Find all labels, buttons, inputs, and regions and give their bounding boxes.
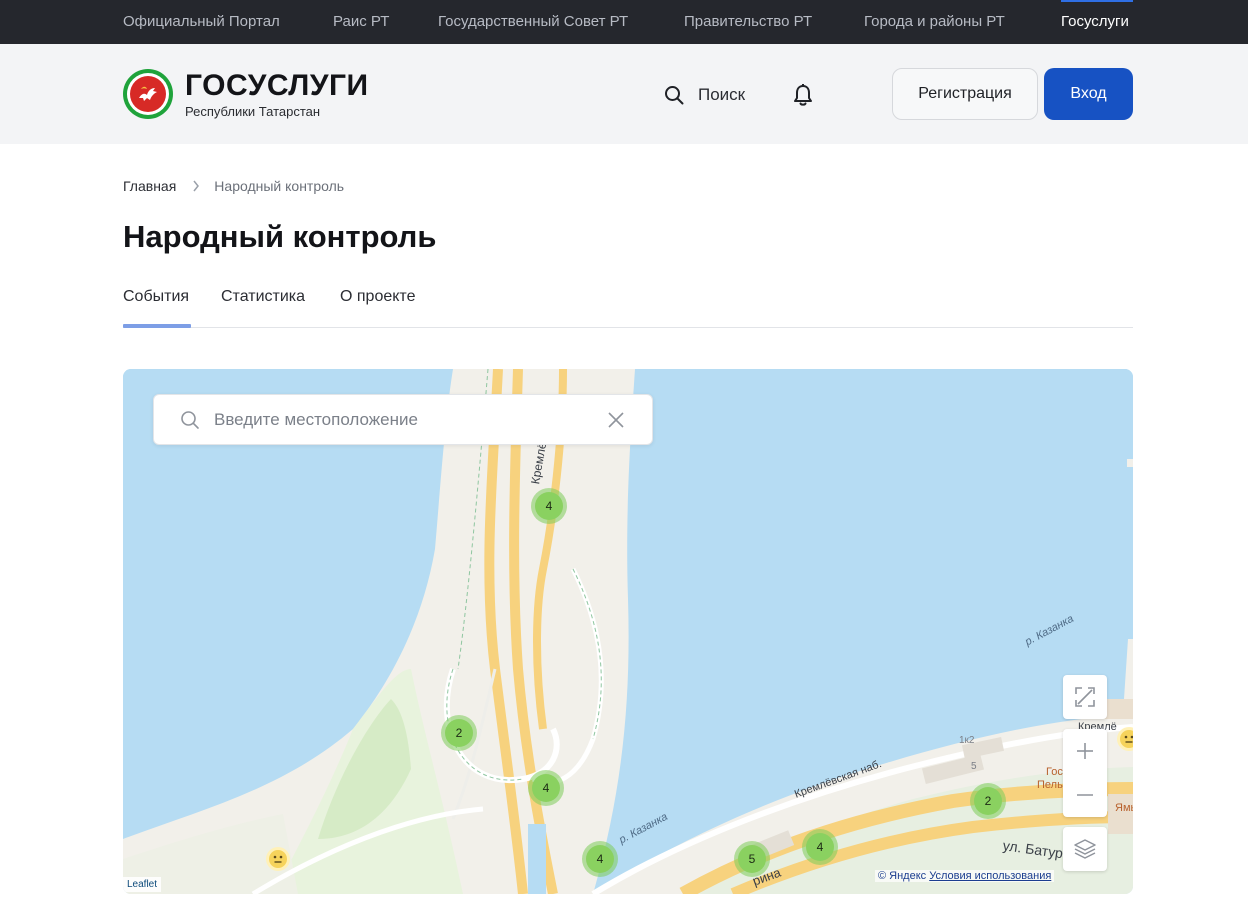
tatarstan-emblem-icon[interactable] <box>123 69 173 119</box>
event-cluster-marker[interactable]: 2 <box>441 715 477 751</box>
layers-button[interactable] <box>1063 827 1107 871</box>
neutral-face-icon <box>1120 730 1133 748</box>
tab-active-indicator <box>123 324 191 328</box>
breadcrumb-current: Народный контроль <box>214 178 345 194</box>
logo-title[interactable]: ГОСУСЛУГИ <box>185 69 369 103</box>
event-marker[interactable] <box>1117 727 1133 751</box>
bell-icon <box>794 84 812 106</box>
zoom-control <box>1063 729 1107 817</box>
tab-divider <box>123 327 1133 328</box>
neutral-face-icon <box>269 850 287 868</box>
event-cluster-marker[interactable]: 4 <box>528 770 564 806</box>
topnav-link-rais[interactable]: Раис РТ <box>333 13 389 30</box>
site-header: ГОСУСЛУГИ Республики Татарстан Поиск Рег… <box>0 44 1248 144</box>
page-title: Народный контроль <box>123 219 437 254</box>
yandex-copyright[interactable]: © Яндекс <box>878 870 926 882</box>
notifications-button[interactable] <box>792 83 814 112</box>
location-search-input[interactable] <box>214 407 594 433</box>
topnav-link-cities[interactable]: Города и районы РТ <box>864 13 1005 30</box>
search-button[interactable]: Поиск <box>664 82 745 108</box>
minus-icon <box>1077 794 1093 796</box>
topnav-link-government[interactable]: Правительство РТ <box>684 13 812 30</box>
tab-statistics[interactable]: Статистика <box>221 288 305 306</box>
yandex-attribution: © Яндекс Условия использования <box>875 870 1055 882</box>
register-button[interactable]: Регистрация <box>892 68 1038 120</box>
breadcrumb-home[interactable]: Главная <box>123 178 176 194</box>
chevron-right-icon <box>193 180 200 192</box>
zoom-in-button[interactable] <box>1063 729 1107 773</box>
event-marker[interactable] <box>266 847 290 871</box>
topnav-link-state-council[interactable]: Государственный Совет РТ <box>438 13 628 30</box>
building-number: 5 <box>971 761 977 772</box>
tab-bar: События Статистика О проекте <box>123 288 1133 328</box>
map-view[interactable]: Кремлёвская д Кремлёвская наб. ул. Батур… <box>123 369 1133 894</box>
tab-about[interactable]: О проекте <box>340 288 415 306</box>
search-label: Поиск <box>698 85 746 104</box>
poi-label: Гос <box>1046 766 1063 778</box>
poi-label: Ямь <box>1115 802 1133 814</box>
tab-events[interactable]: События <box>123 288 189 306</box>
terms-of-use-link[interactable]: Условия использования <box>929 870 1051 882</box>
event-cluster-marker[interactable]: 5 <box>734 841 770 877</box>
event-cluster-marker[interactable]: 2 <box>970 783 1006 819</box>
event-cluster-marker[interactable]: 4 <box>802 829 838 865</box>
top-navigation: Официальный Портал Раис РТ Государственн… <box>0 0 1248 44</box>
event-cluster-marker[interactable]: 4 <box>531 488 567 524</box>
leaflet-attribution-link[interactable]: Leaflet <box>123 877 162 892</box>
search-icon <box>181 411 199 429</box>
topnav-link-gosuslugi[interactable]: Госуслуги <box>1061 13 1129 30</box>
search-icon <box>665 86 684 105</box>
layers-icon <box>1074 839 1096 859</box>
topnav-active-indicator <box>1061 0 1133 2</box>
breadcrumb: Главная Народный контроль <box>123 178 344 194</box>
building-number: 1к2 <box>959 735 975 746</box>
close-icon[interactable] <box>608 412 624 428</box>
event-cluster-marker[interactable]: 4 <box>582 841 618 877</box>
fullscreen-button[interactable] <box>1063 675 1107 719</box>
logo-subtitle: Республики Татарстан <box>185 104 321 119</box>
poi-label: Пель <box>1037 779 1063 791</box>
location-search-box <box>153 394 653 445</box>
fullscreen-icon <box>1075 687 1095 707</box>
topnav-link-official-portal[interactable]: Официальный Портал <box>123 13 280 30</box>
plus-icon <box>1077 743 1093 759</box>
zoom-out-button[interactable] <box>1063 773 1107 817</box>
login-button[interactable]: Вход <box>1044 68 1133 120</box>
